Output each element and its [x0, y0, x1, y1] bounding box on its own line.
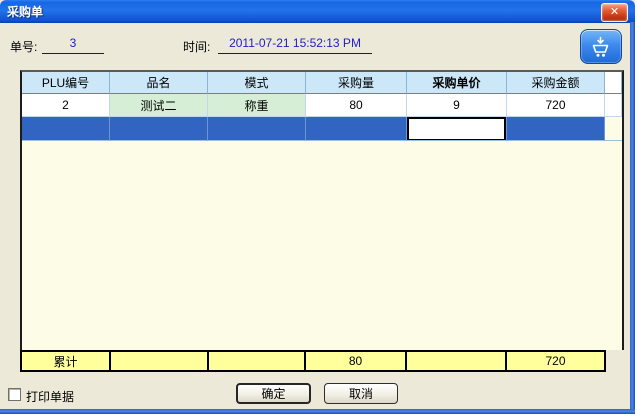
- column-header-filler: [605, 72, 622, 94]
- cell-mode[interactable]: 称重: [208, 94, 306, 117]
- window-border-right: [630, 22, 635, 410]
- table-row[interactable]: 2 测试二 称重 80 9 720: [22, 94, 622, 117]
- cell-filler-new: [605, 117, 622, 141]
- column-header-mode[interactable]: 模式: [208, 72, 306, 94]
- total-mode-cell: [209, 352, 306, 370]
- cell-qty[interactable]: 80: [306, 94, 407, 117]
- titlebar[interactable]: 采购单 ✕: [0, 0, 635, 23]
- total-name-cell: [111, 352, 209, 370]
- print-receipt-checkbox[interactable]: [8, 388, 21, 401]
- add-to-cart-button[interactable]: [580, 29, 622, 64]
- cell-mode-new[interactable]: [208, 117, 306, 141]
- purchase-items-table: PLU编号 品名 模式 采购量 采购单价 采购金额 2 测试二 称重 80 9 …: [20, 70, 624, 350]
- cell-qty-new[interactable]: [306, 117, 407, 141]
- cell-plu[interactable]: 2: [22, 94, 110, 117]
- cell-price[interactable]: 9: [407, 94, 507, 117]
- column-header-plu[interactable]: PLU编号: [22, 72, 110, 94]
- close-icon: ✕: [610, 7, 619, 18]
- total-amount: 720: [507, 352, 604, 370]
- order-number-value[interactable]: 3: [42, 36, 104, 54]
- column-header-amount[interactable]: 采购金额: [507, 72, 605, 94]
- cell-plu-new[interactable]: [22, 117, 110, 141]
- window-title: 采购单: [7, 3, 43, 20]
- cell-amount[interactable]: 720: [507, 94, 605, 117]
- total-qty: 80: [306, 352, 407, 370]
- column-header-qty[interactable]: 采购量: [306, 72, 407, 94]
- ok-button[interactable]: 确定: [236, 383, 311, 404]
- cell-amount-new[interactable]: [507, 117, 605, 141]
- table-header-row: PLU编号 品名 模式 采购量 采购单价 采购金额: [22, 72, 622, 94]
- table-row-selected[interactable]: [22, 117, 622, 141]
- total-label: 累计: [22, 352, 111, 370]
- close-button[interactable]: ✕: [601, 3, 628, 22]
- cell-price-new: [407, 117, 507, 141]
- cell-filler: [605, 94, 622, 117]
- time-label: 时间:: [183, 38, 210, 55]
- cell-name[interactable]: 测试二: [110, 94, 208, 117]
- total-price-cell: [407, 352, 507, 370]
- cell-name-new[interactable]: [110, 117, 208, 141]
- print-receipt-label: 打印单据: [26, 388, 74, 405]
- column-header-name[interactable]: 品名: [110, 72, 208, 94]
- price-edit-input[interactable]: [407, 117, 506, 141]
- window-border-bottom: [0, 409, 635, 414]
- order-number-label: 单号:: [10, 38, 37, 55]
- add-to-cart-icon: [589, 35, 613, 59]
- cancel-button[interactable]: 取消: [324, 383, 398, 404]
- column-header-price[interactable]: 采购单价: [407, 72, 507, 94]
- totals-row: 累计 80 720: [20, 350, 606, 372]
- screen: 采购单 ✕ 单号: 3 时间: 2011-07-21 15:52:13 PM P…: [0, 0, 637, 417]
- time-value[interactable]: 2011-07-21 15:52:13 PM: [218, 36, 372, 54]
